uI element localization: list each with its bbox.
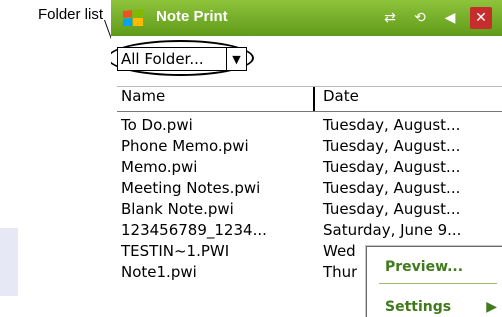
file-date: Saturday, June 9...: [323, 221, 462, 239]
sync-icon[interactable]: ⟲: [410, 8, 430, 28]
date-column-header[interactable]: Date: [315, 87, 359, 111]
window-title: Note Print: [156, 8, 228, 25]
close-icon[interactable]: ✕: [470, 7, 492, 29]
context-menu: Preview... Settings ▶: [366, 246, 502, 317]
file-name: 123456789_1234...: [121, 221, 267, 239]
network-icon[interactable]: ⇄: [380, 8, 400, 28]
menu-divider: [379, 283, 497, 284]
status-icons: ⇄ ⟲ ◀ ✕: [380, 7, 492, 29]
file-date: Tuesday, August...: [323, 137, 461, 155]
file-date: Tuesday, August...: [323, 179, 461, 197]
file-name: Memo.pwi: [121, 158, 198, 176]
folder-dropdown[interactable]: All Folder... ▼: [117, 47, 247, 71]
file-date: Tuesday, August...: [323, 116, 461, 134]
file-name: To Do.pwi: [121, 116, 193, 134]
file-name: Blank Note.pwi: [121, 200, 234, 218]
windows-logo-icon[interactable]: [119, 7, 149, 29]
preview-menu-item[interactable]: Preview...: [367, 259, 502, 275]
file-date: Tuesday, August...: [323, 158, 461, 176]
file-name: TESTIN~1.PWI: [121, 242, 230, 260]
file-name: Phone Memo.pwi: [121, 137, 249, 155]
settings-menu-item[interactable]: Settings ▶: [367, 299, 502, 315]
file-date: Thur: [323, 263, 358, 281]
name-column-header[interactable]: Name: [117, 87, 315, 111]
table-row[interactable]: Memo.pwi Tuesday, August...: [117, 158, 502, 179]
submenu-arrow-icon: ▶: [486, 299, 497, 315]
folder-list: All Folder... ▼: [111, 40, 502, 76]
table-row[interactable]: Blank Note.pwi Tuesday, August...: [117, 200, 502, 221]
table-header: Name Date: [117, 86, 502, 112]
speaker-icon[interactable]: ◀: [440, 8, 460, 28]
table-row[interactable]: Phone Memo.pwi Tuesday, August...: [117, 137, 502, 158]
table-row[interactable]: To Do.pwi Tuesday, August...: [117, 116, 502, 137]
background-panel: [0, 228, 18, 296]
table-row[interactable]: Meeting Notes.pwi Tuesday, August...: [117, 179, 502, 200]
chevron-down-icon[interactable]: ▼: [226, 48, 246, 70]
settings-label: Settings: [385, 299, 452, 315]
folder-list-annotation: Folder list: [38, 6, 104, 23]
file-name: Note1.pwi: [121, 263, 197, 281]
table-row[interactable]: 123456789_1234... Saturday, June 9...: [117, 221, 502, 242]
file-name: Meeting Notes.pwi: [121, 179, 261, 197]
device-screen: Note Print ⇄ ⟲ ◀ ✕ All Folder... ▼ Name …: [111, 0, 502, 317]
folder-dropdown-value: All Folder...: [121, 50, 204, 68]
title-bar: Note Print ⇄ ⟲ ◀ ✕: [111, 0, 502, 36]
file-date: Wed: [323, 242, 356, 260]
file-date: Tuesday, August...: [323, 200, 461, 218]
